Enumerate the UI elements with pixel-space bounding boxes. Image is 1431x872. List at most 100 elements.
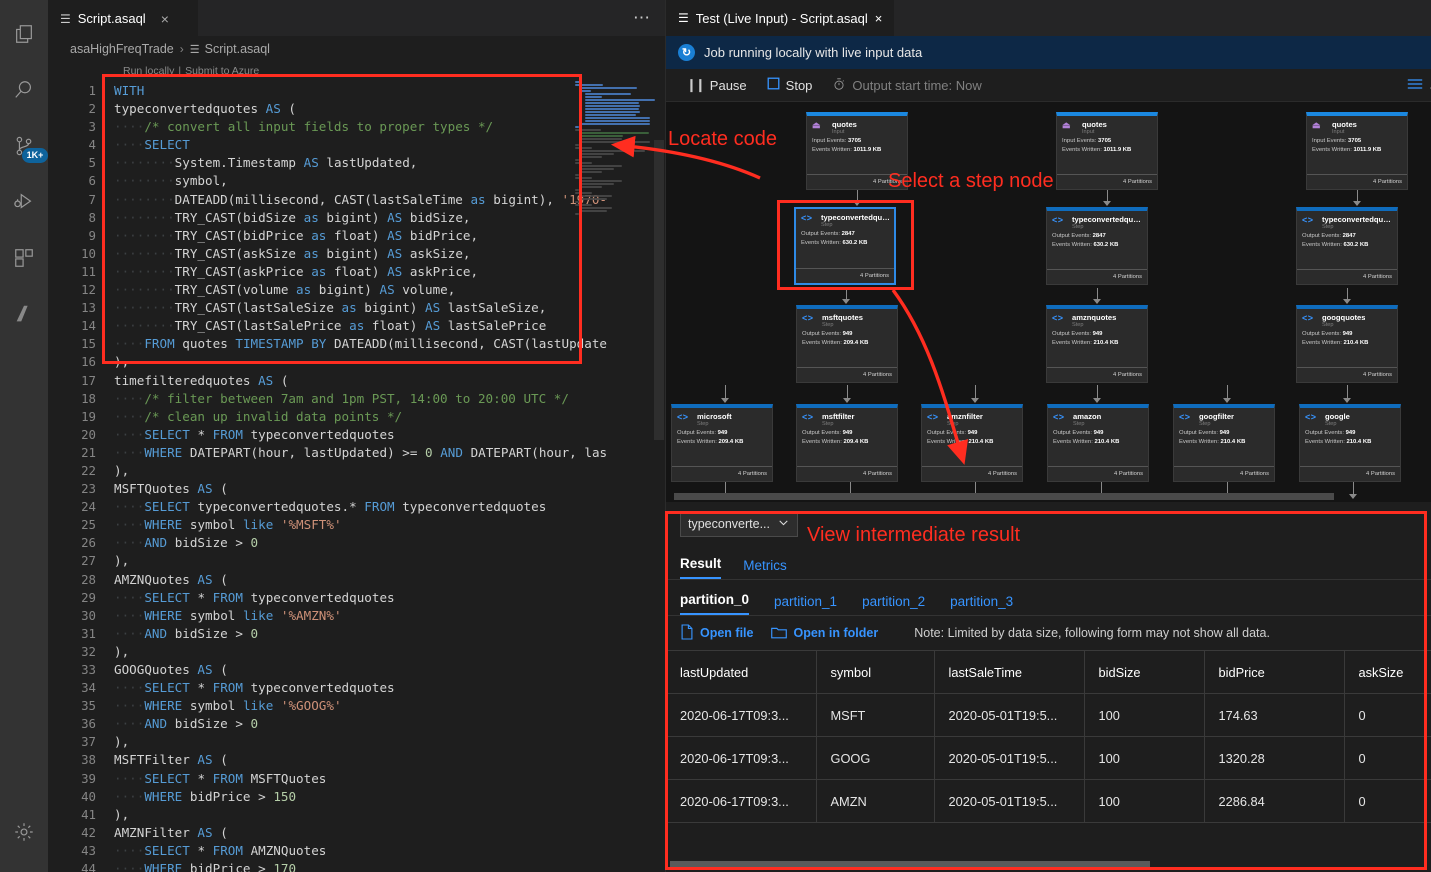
node-head: < >amazonStep bbox=[1053, 412, 1143, 428]
diagram-node-msftquotes[interactable]: < >msftquotesStepOutput Events: 949Event… bbox=[796, 305, 898, 383]
node-stat-1: Input Events: 3705 bbox=[1312, 137, 1402, 145]
table-header-bidPrice[interactable]: bidPrice bbox=[1204, 651, 1344, 694]
diagram-node-msftfilter[interactable]: < >msftfilterStepOutput Events: 949Event… bbox=[796, 404, 898, 482]
activity-item-azure[interactable] bbox=[0, 290, 48, 338]
table-header-askSize[interactable]: askSize bbox=[1344, 651, 1431, 694]
diagram-horizontal-scrollbar[interactable] bbox=[674, 493, 1334, 500]
diagram-node-microsoft[interactable]: < >microsoftStepOutput Events: 949Events… bbox=[671, 404, 773, 482]
editor-tab-script-asaql[interactable]: ☰ Script.asaql × bbox=[48, 0, 198, 36]
node-subtitle: Step bbox=[1322, 322, 1365, 329]
diagram-node-amznquotes[interactable]: < >amznquotesStepOutput Events: 949Event… bbox=[1046, 305, 1148, 383]
node-title: amznfilter bbox=[947, 412, 983, 421]
node-partitions: 4 Partitions bbox=[1047, 269, 1147, 284]
node-body: ⏏quotesInputInput Events: 3705Events Wri… bbox=[1307, 116, 1407, 174]
step-node-icon: < > bbox=[677, 412, 693, 423]
pause-label: Pause bbox=[710, 78, 747, 93]
codelens-run-locally[interactable]: Run locally bbox=[123, 65, 174, 77]
editor-scrollbar[interactable] bbox=[653, 80, 665, 872]
node-body: ⏏quotesInputInput Events: 3705Events Wri… bbox=[1057, 116, 1157, 174]
code-editor[interactable]: 1WITH 2typeconvertedquotes AS ( 3····/* … bbox=[48, 80, 665, 872]
table-header-lastUpdated[interactable]: lastUpdated bbox=[666, 651, 816, 694]
results-grid-horizontal-scrollbar[interactable] bbox=[670, 861, 1150, 868]
partition-tab-partition_0[interactable]: partition_0 bbox=[680, 592, 749, 615]
node-subtitle: Step bbox=[1072, 322, 1116, 329]
activity-item-settings[interactable] bbox=[0, 808, 48, 856]
stop-icon bbox=[767, 77, 780, 93]
results-grid-wrapper[interactable]: lastUpdatedsymbollastSaleTimebidSizebidP… bbox=[666, 650, 1431, 872]
partition-tab-partition_1[interactable]: partition_1 bbox=[774, 594, 837, 615]
node-head: < >microsoftStep bbox=[677, 412, 767, 428]
diagram-node-quotes-2[interactable]: ⏏quotesInputInput Events: 3705Events Wri… bbox=[1056, 112, 1158, 190]
node-title: typeconvertedquot... bbox=[1072, 215, 1144, 224]
diagram-node-quotes-3[interactable]: ⏏quotesInputInput Events: 3705Events Wri… bbox=[1306, 112, 1408, 190]
table-cell: 100 bbox=[1084, 737, 1204, 780]
partition-tab-partition_2[interactable]: partition_2 bbox=[862, 594, 925, 615]
breadcrumb-project[interactable]: asaHighFreqTrade bbox=[70, 42, 174, 56]
activity-item-run-and-debug[interactable] bbox=[0, 178, 48, 226]
source-control-badge: 1K+ bbox=[22, 148, 48, 163]
codelens-submit-to-azure[interactable]: Submit to Azure bbox=[185, 65, 259, 77]
table-header-lastSaleTime[interactable]: lastSaleTime bbox=[934, 651, 1084, 694]
step-select-value: typeconverte... bbox=[688, 517, 770, 531]
activity-item-search[interactable] bbox=[0, 66, 48, 114]
asaql-file-icon: ☰ bbox=[190, 43, 200, 56]
more-actions-icon[interactable]: ⋯ bbox=[633, 13, 651, 23]
step-node-icon: < > bbox=[1302, 313, 1318, 324]
output-start-time-button[interactable]: Output start time: Now bbox=[826, 75, 987, 96]
diagram-node-tcq-3[interactable]: < >typeconvertedquot...StepOutput Events… bbox=[1296, 207, 1398, 285]
node-stat-2: Events Written: 209.4 KB bbox=[802, 438, 892, 446]
activity-item-source-control[interactable]: 1K+ bbox=[0, 122, 48, 170]
diagram-node-tcq-2[interactable]: < >typeconvertedquot...StepOutput Events… bbox=[1046, 207, 1148, 285]
diagram-node-google[interactable]: < >googleStepOutput Events: 949Events Wr… bbox=[1299, 404, 1401, 482]
table-header-bidSize[interactable]: bidSize bbox=[1084, 651, 1204, 694]
node-head: < >msftquotesStep bbox=[802, 313, 892, 329]
job-diagram[interactable]: ⏏quotesInputInput Events: 3705Events Wri… bbox=[666, 102, 1431, 502]
codelens-divider: | bbox=[178, 65, 181, 77]
node-stat-1: Input Events: 3705 bbox=[812, 137, 902, 145]
diagram-edge-arrow bbox=[721, 398, 729, 403]
node-head: < >amznquotesStep bbox=[1052, 313, 1142, 329]
pause-button[interactable]: ❙❙ Pause bbox=[680, 75, 753, 95]
editor-minimap[interactable] bbox=[573, 80, 653, 872]
breadcrumb-file[interactable]: ☰ Script.asaql bbox=[190, 42, 270, 56]
table-row[interactable]: 2020-06-17T09:3...MSFT2020-05-01T19:5...… bbox=[666, 694, 1431, 737]
running-status-icon: ↻ bbox=[678, 44, 695, 61]
results-tab-result[interactable]: Result bbox=[680, 556, 721, 579]
test-view-tab[interactable]: ☰ Test (Live Input) - Script.asaql × bbox=[666, 0, 894, 36]
activity-item-explorer[interactable] bbox=[0, 10, 48, 58]
node-body: < >amazonStepOutput Events: 949Events Wr… bbox=[1048, 408, 1148, 466]
table-cell: 0 bbox=[1344, 737, 1431, 780]
table-row[interactable]: 2020-06-17T09:3...AMZN2020-05-01T19:5...… bbox=[666, 780, 1431, 823]
table-row[interactable]: 2020-06-17T09:3...GOOG2020-05-01T19:5...… bbox=[666, 737, 1431, 780]
diagram-node-googfilter[interactable]: < >googfilterStepOutput Events: 949Event… bbox=[1173, 404, 1275, 482]
chevron-down-icon bbox=[777, 516, 790, 532]
code-text[interactable]: 1WITH 2typeconvertedquotes AS ( 3····/* … bbox=[48, 80, 607, 872]
activity-bar: 1K+ bbox=[0, 0, 48, 872]
close-icon[interactable]: × bbox=[875, 11, 883, 26]
results-tab-bar: Result Metrics bbox=[666, 546, 1431, 580]
editor-tab-actions[interactable]: ⋯ bbox=[633, 0, 665, 36]
diagram-node-amznfilter[interactable]: < >amznfilterStepOutput Events: 949Event… bbox=[921, 404, 1023, 482]
files-icon bbox=[13, 23, 35, 45]
close-icon[interactable]: × bbox=[161, 11, 169, 27]
stop-button[interactable]: Stop bbox=[761, 75, 819, 95]
table-header-symbol[interactable]: symbol bbox=[816, 651, 934, 694]
step-select[interactable]: typeconverte... bbox=[680, 512, 798, 537]
job-summary-button[interactable]: Job Summary bbox=[1407, 77, 1431, 94]
partition-tab-partition_3[interactable]: partition_3 bbox=[950, 594, 1013, 615]
table-cell: 0 bbox=[1344, 780, 1431, 823]
step-node-icon: < > bbox=[801, 213, 817, 224]
diagram-node-amazon[interactable]: < >amazonStepOutput Events: 949Events Wr… bbox=[1047, 404, 1149, 482]
diagram-node-googquotes[interactable]: < >googquotesStepOutput Events: 949Event… bbox=[1296, 305, 1398, 383]
activity-item-extensions[interactable] bbox=[0, 234, 48, 282]
open-file-button[interactable]: Open file bbox=[680, 624, 753, 643]
table-cell: 2020-05-01T19:5... bbox=[934, 737, 1084, 780]
open-in-folder-button[interactable]: Open in folder bbox=[771, 625, 878, 642]
results-table: lastUpdatedsymbollastSaleTimebidSizebidP… bbox=[666, 650, 1431, 823]
node-subtitle: Step bbox=[697, 421, 732, 428]
results-tab-metrics[interactable]: Metrics bbox=[743, 558, 787, 579]
node-head: < >typeconvertedquot...Step bbox=[801, 213, 889, 229]
node-title: amznquotes bbox=[1072, 313, 1116, 322]
editor-scrollbar-thumb[interactable] bbox=[654, 140, 664, 440]
diagram-node-tcq-1[interactable]: < >typeconvertedquot...StepOutput Events… bbox=[794, 207, 896, 285]
